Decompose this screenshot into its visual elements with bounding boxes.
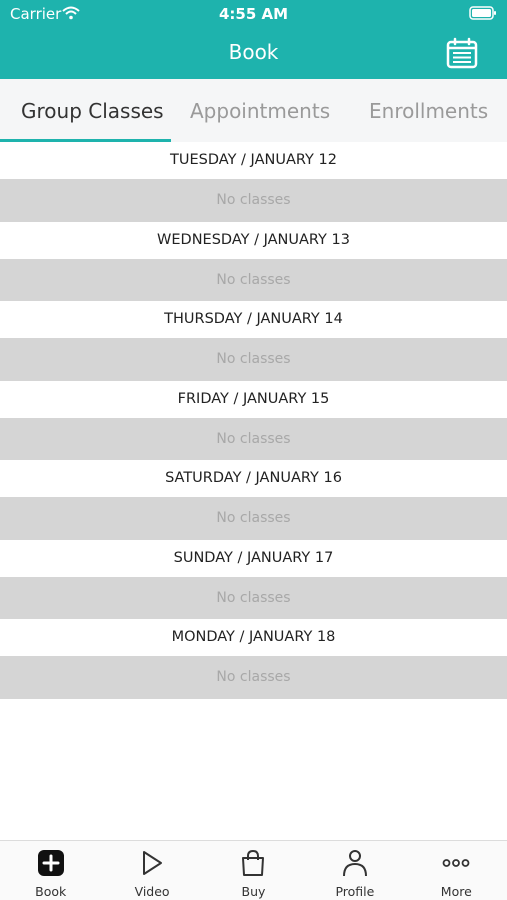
page-title: Book: [228, 40, 279, 64]
day-header: THURSDAY / JANUARY 14: [0, 301, 507, 338]
play-icon: [143, 851, 163, 875]
tab-group-classes[interactable]: Group Classes: [21, 99, 164, 123]
status-bar: Carrier 4:55 AM: [0, 0, 507, 28]
tab-book-label: Book: [35, 884, 67, 899]
empty-day-row: No classes: [0, 576, 507, 619]
tab-profile-label: Profile: [335, 884, 375, 899]
day-header: TUESDAY / JANUARY 12: [0, 142, 507, 179]
day-header: FRIDAY / JANUARY 15: [0, 380, 507, 418]
tab-book[interactable]: Book: [0, 841, 101, 900]
tab-buy-label: Buy: [241, 884, 266, 899]
empty-day-row: No classes: [0, 338, 507, 381]
more-dots-icon: [442, 859, 470, 867]
day-header: WEDNESDAY / JANUARY 13: [0, 221, 507, 259]
shopping-bag-icon: [242, 849, 265, 876]
tab-appointments[interactable]: Appointments: [190, 99, 330, 123]
plus-square-icon: [37, 850, 64, 876]
bottom-tab-bar: Book Video Buy Profile More: [0, 840, 507, 900]
battery-icon: [469, 6, 496, 20]
person-icon: [342, 850, 367, 877]
empty-day-row: No classes: [0, 258, 507, 301]
day-header: SATURDAY / JANUARY 16: [0, 460, 507, 497]
day-header: MONDAY / JANUARY 18: [0, 619, 507, 656]
empty-day-row: No classes: [0, 656, 507, 699]
tab-video[interactable]: Video: [101, 841, 202, 900]
status-time: 4:55 AM: [218, 5, 289, 23]
empty-day-row: No classes: [0, 417, 507, 460]
schedule-list[interactable]: TUESDAY / JANUARY 12 No classes WEDNESDA…: [0, 142, 507, 699]
tab-more-label: More: [440, 884, 472, 899]
tab-more[interactable]: More: [406, 841, 507, 900]
empty-day-row: No classes: [0, 179, 507, 222]
tab-video-label: Video: [134, 884, 170, 899]
tab-bar-top: Group Classes Appointments Enrollments: [0, 79, 507, 142]
tab-profile[interactable]: Profile: [304, 841, 405, 900]
tab-buy[interactable]: Buy: [203, 841, 304, 900]
empty-day-row: No classes: [0, 497, 507, 540]
day-header: SUNDAY / JANUARY 17: [0, 539, 507, 577]
navigation-bar: Book: [0, 28, 507, 79]
calendar-icon[interactable]: [446, 37, 478, 69]
tab-enrollments[interactable]: Enrollments: [369, 99, 488, 123]
